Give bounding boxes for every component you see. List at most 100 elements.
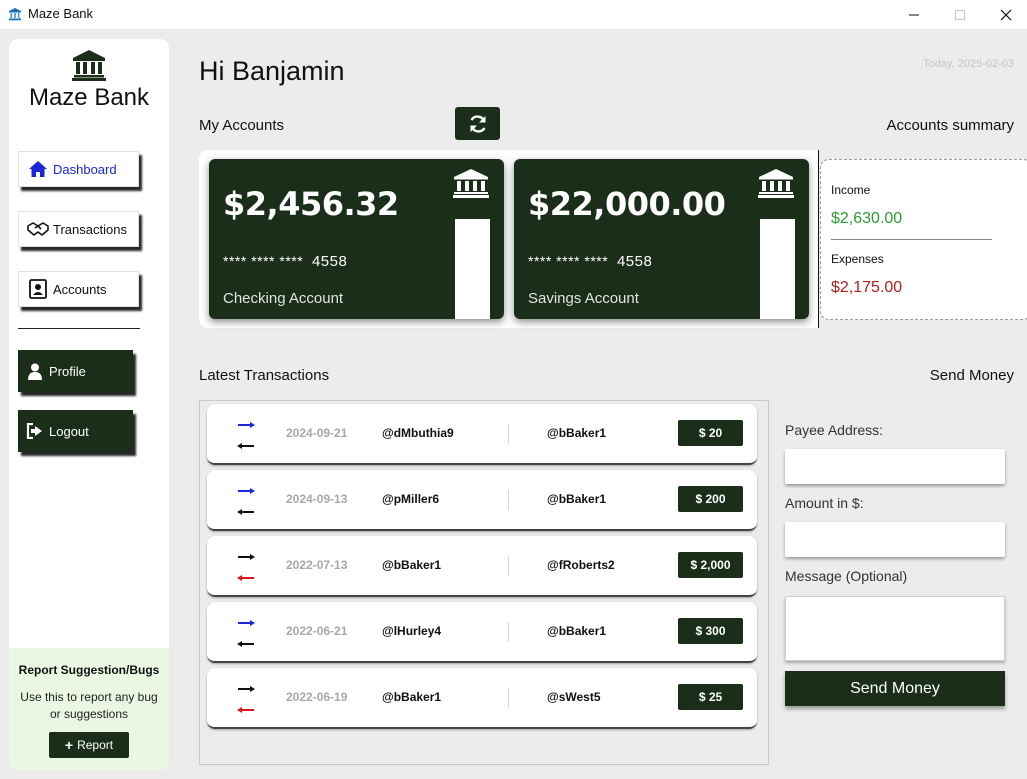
account-number: **** **** **** 4558 <box>528 253 652 270</box>
transaction-row[interactable]: 2022-06-19 @bBaker1 @sWest5 $ 25 <box>207 668 757 729</box>
nav-transactions-label: Transactions <box>53 221 127 237</box>
maximize-button[interactable] <box>937 0 983 29</box>
transfer-direction-icon <box>237 620 255 647</box>
report-description: Use this to report any bug or suggestion… <box>20 690 158 721</box>
transaction-receiver: @bBaker1 <box>547 624 607 638</box>
home-icon <box>27 159 49 179</box>
nav-transactions[interactable]: Transactions <box>18 211 139 247</box>
accounts-summary-label: Accounts summary <box>886 117 1014 134</box>
last-four: 4558 <box>311 253 348 270</box>
transaction-sender: @bBaker1 <box>382 558 442 572</box>
transaction-row[interactable]: 2024-09-21 @dMbuthia9 @bBaker1 $ 20 <box>207 404 757 465</box>
message-textarea[interactable] <box>785 596 1005 661</box>
bank-icon <box>453 169 489 198</box>
transfer-direction-icon <box>237 686 255 713</box>
nav-dashboard-label: Dashboard <box>53 161 117 177</box>
masked-digits: **** **** **** <box>223 253 304 269</box>
transaction-amount: $ 25 <box>678 684 743 710</box>
row-separator <box>508 490 509 510</box>
vertical-divider <box>818 150 819 328</box>
brand-name: Maze Bank <box>28 84 150 111</box>
nav-logout[interactable]: Logout <box>18 410 133 452</box>
amount-input[interactable] <box>785 522 1005 557</box>
row-separator <box>508 688 509 708</box>
transaction-row[interactable]: 2022-07-13 @bBaker1 @fRoberts2 $ 2,000 <box>207 536 757 597</box>
report-button-label: Report <box>77 738 114 752</box>
nav-logout-label: Logout <box>49 423 89 439</box>
account-card-icon <box>27 279 49 299</box>
bank-icon <box>72 50 106 81</box>
refresh-button[interactable] <box>455 107 500 140</box>
transaction-amount: $ 20 <box>678 420 743 446</box>
greeting: Hi Banjamin <box>199 56 345 86</box>
savings-account-card[interactable]: $22,000.00 **** **** **** 4558 Savings A… <box>514 159 809 319</box>
report-title: Report Suggestion/Bugs <box>18 663 160 677</box>
close-icon <box>1000 9 1012 20</box>
income-value: $2,630.00 <box>831 210 903 227</box>
transaction-sender: @lHurley4 <box>382 624 442 638</box>
transaction-date: 2024-09-21 <box>286 426 348 440</box>
nav-accounts[interactable]: Accounts <box>18 271 139 307</box>
latest-transactions-label: Latest Transactions <box>199 367 330 384</box>
transaction-date: 2024-09-13 <box>286 492 348 506</box>
transaction-sender: @bBaker1 <box>382 690 442 704</box>
transaction-date: 2022-06-19 <box>286 690 348 704</box>
handshake-icon <box>27 219 49 239</box>
my-accounts-label: My Accounts <box>199 117 285 134</box>
transfer-direction-icon <box>237 488 255 515</box>
accounts-summary-card: Income $2,630.00 Expenses $2,175.00 <box>820 159 1027 320</box>
transactions-list[interactable]: 2024-09-21 @dMbuthia9 @bBaker1 $ 20 2024… <box>199 400 769 765</box>
account-balance: $2,456.32 <box>223 185 399 223</box>
transfer-direction-icon <box>237 554 255 581</box>
account-type: Savings Account <box>528 290 639 307</box>
transaction-receiver: @bBaker1 <box>547 492 607 506</box>
nav-dashboard[interactable]: Dashboard <box>18 151 139 187</box>
transaction-date: 2022-06-21 <box>286 624 348 638</box>
transaction-row[interactable]: 2024-09-13 @pMiller6 @bBaker1 $ 200 <box>207 470 757 531</box>
payee-address-input[interactable] <box>785 449 1005 484</box>
nav-divider <box>18 328 140 329</box>
row-separator <box>508 424 509 444</box>
sidebar: Maze Bank Dashboard Transactions Account… <box>9 39 169 770</box>
summary-divider <box>831 239 992 240</box>
account-balance: $22,000.00 <box>528 185 726 223</box>
send-money-label: Send Money <box>929 367 1014 384</box>
transaction-amount: $ 2,000 <box>678 552 743 578</box>
nav-accounts-label: Accounts <box>53 281 107 297</box>
report-button[interactable]: + Report <box>49 732 129 758</box>
expenses-label: Expenses <box>831 252 884 266</box>
transaction-sender: @pMiller6 <box>382 492 440 506</box>
row-separator <box>508 622 509 642</box>
nav-profile[interactable]: Profile <box>18 350 133 392</box>
bank-icon <box>758 169 794 198</box>
minimize-icon <box>909 14 919 15</box>
transaction-date: 2022-07-13 <box>286 558 348 572</box>
minimize-button[interactable] <box>891 0 937 29</box>
bank-icon <box>9 8 21 21</box>
transaction-amount: $ 200 <box>678 486 743 512</box>
card-accent-bar <box>455 219 490 319</box>
send-money-button[interactable]: Send Money <box>785 671 1005 706</box>
title-bar: Maze Bank <box>0 0 1027 29</box>
transaction-receiver: @fRoberts2 <box>547 558 615 572</box>
close-button[interactable] <box>983 0 1027 29</box>
masked-digits: **** **** **** <box>528 253 609 269</box>
income-label: Income <box>831 183 871 197</box>
transaction-sender: @dMbuthia9 <box>382 426 454 440</box>
last-four: 4558 <box>616 253 653 270</box>
plus-icon: + <box>64 737 74 753</box>
transaction-receiver: @bBaker1 <box>547 426 607 440</box>
nav-profile-label: Profile <box>49 363 86 379</box>
message-label: Message (Optional) <box>785 568 908 584</box>
report-panel: Report Suggestion/Bugs Use this to repor… <box>9 648 169 770</box>
account-number: **** **** **** 4558 <box>223 253 347 270</box>
payee-address-label: Payee Address: <box>785 422 884 438</box>
account-type: Checking Account <box>223 290 344 307</box>
checking-account-card[interactable]: $2,456.32 **** **** **** 4558 Checking A… <box>209 159 504 319</box>
window-title: Maze Bank <box>28 6 94 21</box>
refresh-icon <box>469 114 486 133</box>
transfer-direction-icon <box>237 422 255 449</box>
logout-icon <box>26 421 44 441</box>
maximize-icon <box>955 9 965 20</box>
transaction-row[interactable]: 2022-06-21 @lHurley4 @bBaker1 $ 300 <box>207 602 757 663</box>
